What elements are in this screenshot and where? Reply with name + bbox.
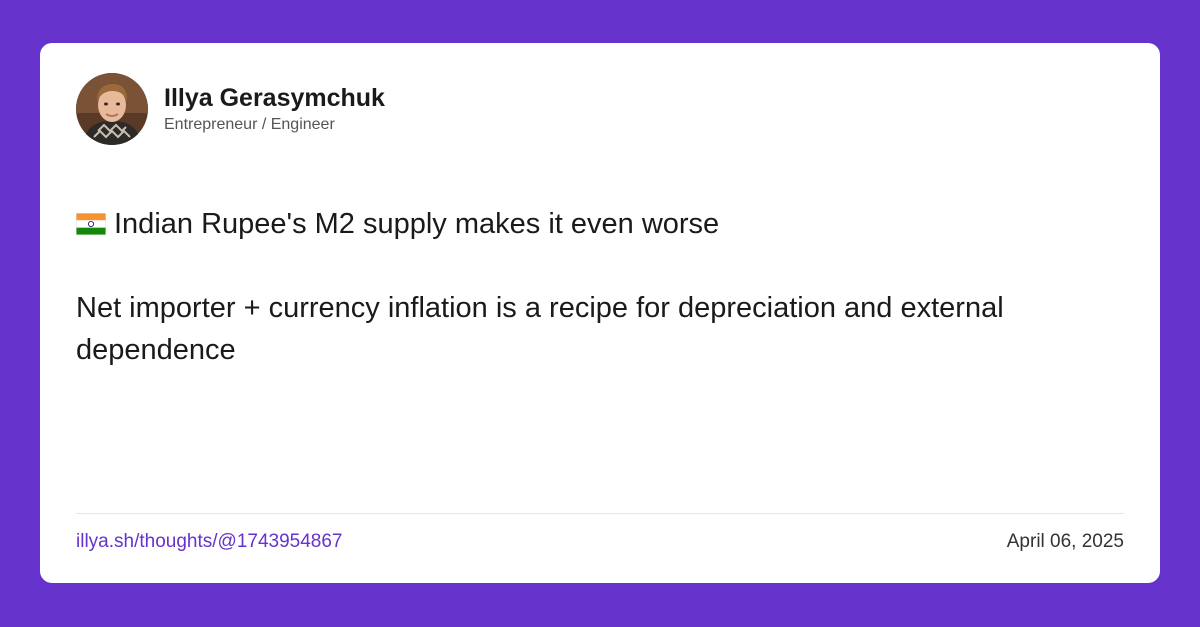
post-body: Indian Rupee's M2 supply makes it even w… (76, 203, 1136, 371)
post-line-2: Net importer + currency inflation is a r… (76, 292, 1004, 366)
author-role: Entrepreneur / Engineer (164, 115, 335, 133)
post-line-1: Indian Rupee's M2 supply makes it even w… (76, 203, 1136, 245)
post-line-1-text: Indian Rupee's M2 supply makes it even w… (114, 208, 720, 240)
india-flag-icon (76, 213, 106, 235)
author-name: Illya Gerasymchuk (164, 83, 385, 112)
post-permalink[interactable]: illya.sh/thoughts/@1743954867 (76, 530, 342, 554)
author-header: Illya Gerasymchuk Entrepreneur / Enginee… (76, 73, 385, 145)
author-info: Illya Gerasymchuk Entrepreneur / Enginee… (164, 83, 385, 136)
post-date: April 06, 2025 (1006, 531, 1124, 552)
post-card: Illya Gerasymchuk Entrepreneur / Enginee… (40, 43, 1160, 583)
avatar (76, 73, 148, 145)
footer-divider (76, 513, 1124, 514)
